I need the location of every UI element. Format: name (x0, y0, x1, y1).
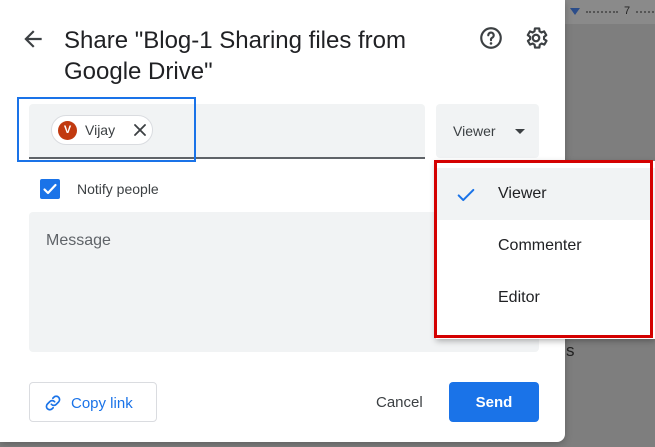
arrow-left-icon (24, 30, 42, 48)
remove-recipient-button[interactable] (132, 122, 148, 138)
role-menu-item-commenter[interactable]: Commenter (436, 220, 655, 272)
role-menu-item-editor[interactable]: Editor (436, 272, 655, 324)
dialog-title: Share "Blog-1 Sharing files from Google … (64, 27, 407, 85)
settings-button[interactable] (523, 25, 549, 51)
cancel-button[interactable]: Cancel (366, 382, 438, 422)
checkbox-checked-icon (43, 183, 57, 195)
recipients-field[interactable]: V Vijay (29, 104, 425, 159)
background-text-fragment: s (566, 341, 575, 360)
role-menu-item-viewer[interactable]: Viewer (436, 168, 655, 220)
message-placeholder: Message (46, 232, 111, 249)
back-button[interactable] (20, 26, 46, 52)
ruler-ticks (636, 11, 654, 13)
caret-down-icon (515, 129, 525, 134)
avatar: V (58, 121, 77, 140)
role-menu-item-label: Editor (498, 289, 540, 306)
copy-link-label: Copy link (71, 395, 133, 412)
role-dropdown-label: Viewer (453, 123, 496, 139)
notify-checkbox[interactable] (40, 179, 60, 199)
ruler-indent-marker (570, 8, 580, 15)
role-dropdown-button[interactable]: Viewer (436, 104, 539, 158)
copy-link-button[interactable]: Copy link (29, 382, 157, 422)
link-icon (45, 395, 61, 411)
help-button[interactable] (478, 25, 504, 51)
ruler-number: 7 (624, 5, 631, 17)
recipient-chip[interactable]: V Vijay (51, 115, 153, 145)
check-icon (457, 188, 475, 202)
recipient-name: Vijay (85, 122, 116, 138)
close-icon (134, 124, 146, 136)
send-label: Send (475, 394, 513, 411)
gear-icon (526, 27, 548, 49)
role-menu-item-label: Commenter (498, 237, 582, 254)
send-button[interactable]: Send (449, 382, 539, 422)
ruler-ticks (586, 11, 618, 13)
role-menu-item-label: Viewer (498, 185, 547, 202)
notify-label: Notify people (77, 181, 159, 197)
help-circle-icon (480, 27, 502, 49)
role-menu: Viewer Commenter Editor (436, 161, 655, 339)
cancel-label: Cancel (376, 394, 423, 411)
